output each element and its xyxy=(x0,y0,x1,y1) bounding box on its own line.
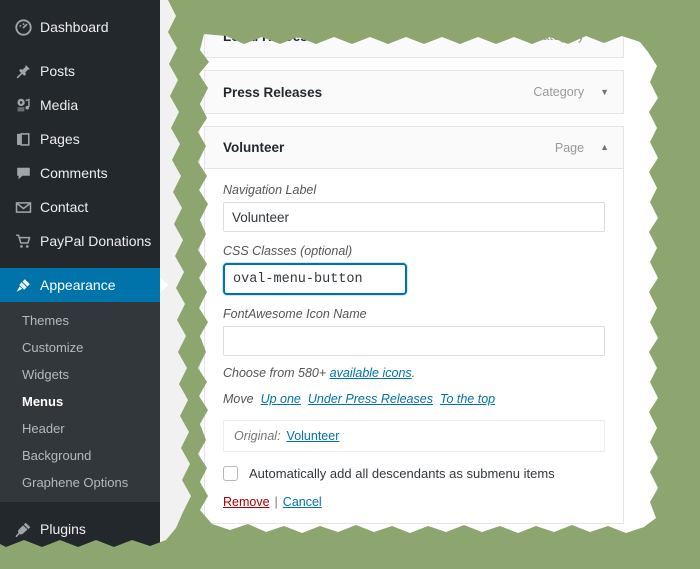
chevron-up-icon[interactable]: ▲ xyxy=(600,143,609,152)
cancel-link[interactable]: Cancel xyxy=(283,495,322,509)
menu-item-type: Category xyxy=(533,85,585,99)
menu-item-header[interactable]: Local Heroes Category ▼ xyxy=(205,15,623,57)
css-classes-field: CSS Classes (optional) xyxy=(223,244,605,295)
navigation-label-label: Navigation Label xyxy=(223,183,317,197)
menu-item-settings: Navigation Label CSS Classes (optional) … xyxy=(205,169,623,523)
sidebar-item-label: Appearance xyxy=(40,277,116,293)
menu-item-header[interactable]: Press Releases Category ▼ xyxy=(205,71,623,113)
sidebar-item-label: Comments xyxy=(40,165,108,181)
menu-item-local-heroes[interactable]: Local Heroes Category ▼ xyxy=(204,14,624,58)
fontawesome-icon-input[interactable] xyxy=(223,326,605,356)
comment-bubble-icon xyxy=(10,165,36,182)
action-separator: | xyxy=(274,495,278,509)
menu-item-type: Page xyxy=(554,140,585,155)
auto-add-descendants-row: Automatically add all descendants as sub… xyxy=(223,466,605,481)
dashboard-gauge-icon xyxy=(10,18,36,36)
menu-item-volunteer[interactable]: Volunteer Page ▲ Navigation Label CSS Cl… xyxy=(204,126,624,524)
screen: Local Heroes Category ▼ Press Releases C… xyxy=(0,0,700,569)
move-label: Move xyxy=(223,392,254,406)
chevron-down-icon[interactable]: ▼ xyxy=(600,31,609,41)
sidebar-subitem-widgets[interactable]: Widgets xyxy=(0,361,160,388)
sidebar-item-posts[interactable]: Posts xyxy=(0,54,160,88)
sidebar-item-plugins[interactable]: Plugins xyxy=(0,512,160,546)
css-classes-label: CSS Classes (optional) xyxy=(223,244,353,258)
sidebar-subitem-graphene-options[interactable]: Graphene Options xyxy=(0,469,160,496)
next-menu-item-panel[interactable]: Automatically add all descendants as sub… xyxy=(204,540,624,569)
sidebar-subitem-menus[interactable]: Menus xyxy=(0,388,160,415)
navigation-label-input[interactable] xyxy=(223,202,605,232)
sidebar-item-comments[interactable]: Comments xyxy=(0,156,160,190)
paintbrush-icon xyxy=(10,277,36,294)
sidebar-item-dashboard[interactable]: Dashboard xyxy=(0,10,160,44)
original-row: Original: Volunteer xyxy=(223,420,605,452)
sidebar-item-label: Contact xyxy=(40,199,89,215)
menu-items-list: Local Heroes Category ▼ Press Releases C… xyxy=(204,0,624,536)
auto-add-descendants-label: Automatically add all descendants as sub… xyxy=(249,553,555,568)
available-icons-link[interactable]: available icons xyxy=(330,366,412,380)
sidebar-subitem-themes[interactable]: Themes xyxy=(0,307,160,334)
auto-add-descendants-label: Automatically add all descendants as sub… xyxy=(249,466,555,481)
sidebar-item-label: Dashboard xyxy=(40,19,109,35)
chevron-down-icon[interactable]: ▼ xyxy=(600,87,609,97)
sidebar-subitem-header[interactable]: Header xyxy=(0,415,160,442)
sidebar-item-label: Pages xyxy=(40,131,80,147)
envelope-icon xyxy=(10,199,36,216)
content-area: Local Heroes Category ▼ Press Releases C… xyxy=(160,0,700,569)
pages-icon xyxy=(10,131,36,148)
sidebar-item-label: Plugins xyxy=(40,521,86,537)
sidebar-spacer-top xyxy=(0,0,160,10)
auto-add-descendants-row: Automatically add all descendants as sub… xyxy=(223,553,623,568)
cart-icon xyxy=(10,233,36,250)
appearance-submenu: Themes Customize Widgets Menus Header Ba… xyxy=(0,302,160,502)
menu-item-header[interactable]: Volunteer Page ▲ xyxy=(205,127,623,169)
sidebar-item-label: Media xyxy=(40,97,79,113)
move-up-one-link[interactable]: Up one xyxy=(261,392,301,406)
sidebar-subitem-background[interactable]: Background xyxy=(0,442,160,469)
css-classes-input[interactable] xyxy=(223,263,407,295)
sidebar-item-appearance[interactable]: Appearance xyxy=(0,268,168,302)
pin-icon xyxy=(10,63,36,80)
move-row: Move Up one Under Press Releases To the top xyxy=(223,392,605,406)
sidebar-item-paypal-donations[interactable]: PayPal Donations xyxy=(0,224,160,258)
icon-hint: Choose from 580+ available icons. xyxy=(223,366,605,380)
navigation-label-field: Navigation Label xyxy=(223,183,605,232)
fontawesome-icon-label: FontAwesome Icon Name xyxy=(223,307,367,321)
plug-icon xyxy=(10,521,36,538)
sidebar-item-contact[interactable]: Contact xyxy=(0,190,160,224)
auto-add-descendants-checkbox[interactable] xyxy=(223,553,238,568)
sidebar-item-pages[interactable]: Pages xyxy=(0,122,160,156)
menu-item-title: Local Heroes xyxy=(223,28,308,44)
menu-item-type: Category xyxy=(533,29,585,43)
original-label: Original: xyxy=(234,429,281,443)
menu-item-title: Volunteer xyxy=(223,140,285,155)
menu-item-title: Press Releases xyxy=(223,84,323,100)
move-to-the-top-link[interactable]: To the top xyxy=(440,392,495,406)
item-actions-row: Remove | Cancel xyxy=(223,495,605,509)
sidebar-item-label: PayPal Donations xyxy=(40,233,152,249)
admin-sidebar: Dashboard Posts Media Pages Comments Con… xyxy=(0,0,168,569)
remove-link[interactable]: Remove xyxy=(223,495,270,509)
auto-add-descendants-checkbox[interactable] xyxy=(223,466,238,481)
media-icon xyxy=(10,97,36,114)
icon-hint-prefix: Choose from 580+ xyxy=(223,366,330,380)
menu-item-press-releases[interactable]: Press Releases Category ▼ xyxy=(204,70,624,114)
sidebar-item-label: Posts xyxy=(40,63,76,79)
fontawesome-icon-field: FontAwesome Icon Name xyxy=(223,307,605,356)
move-under-press-releases-link[interactable]: Under Press Releases xyxy=(308,392,433,406)
sidebar-subitem-customize[interactable]: Customize xyxy=(0,334,160,361)
icon-hint-suffix: . xyxy=(411,366,416,380)
sidebar-item-media[interactable]: Media xyxy=(0,88,160,122)
original-page-link[interactable]: Volunteer xyxy=(287,429,340,443)
